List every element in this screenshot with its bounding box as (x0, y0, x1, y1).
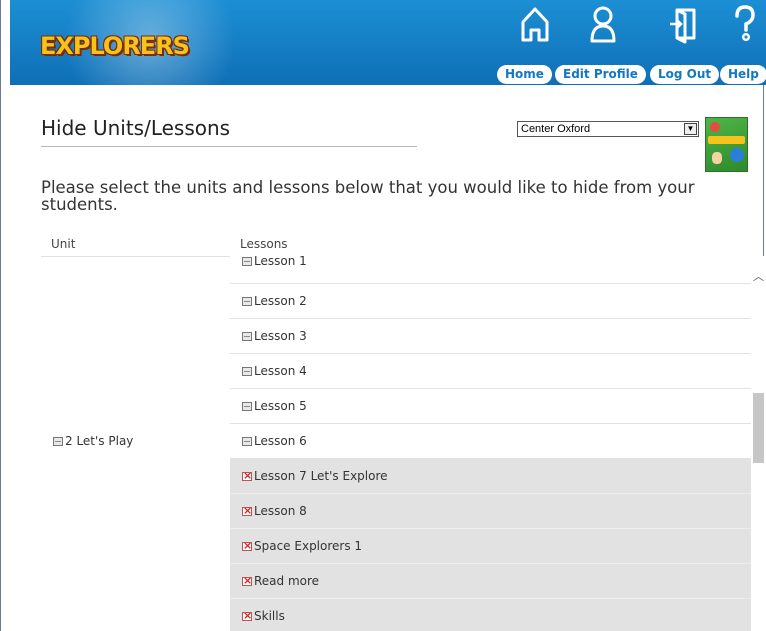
unit-label: 2 Let's Play (65, 434, 134, 448)
instructions-text: Please select the units and lessons belo… (41, 178, 695, 214)
lesson-row[interactable]: Lesson 5 (230, 389, 751, 424)
school-select-value: Center Oxford (521, 123, 591, 135)
hidden-mark-icon[interactable] (242, 539, 252, 552)
lesson-label: Lesson 4 (254, 364, 307, 378)
lesson-row[interactable]: Lesson 2 (230, 284, 751, 319)
lesson-item[interactable]: Lesson 5 (242, 399, 307, 413)
book-cover-image (705, 117, 748, 172)
lesson-checkbox[interactable] (242, 257, 252, 266)
hidden-mark-icon[interactable] (242, 504, 252, 517)
lesson-row[interactable]: Lesson 7 Let's Explore (230, 459, 751, 494)
help-icon (732, 4, 758, 48)
lesson-row[interactable]: Lesson 1 (230, 256, 751, 284)
list-scrollbar[interactable]: ︿ (751, 256, 766, 631)
school-select[interactable]: Center Oxford ▼ (517, 121, 699, 137)
unit-item[interactable]: 2 Let's Play (53, 434, 133, 448)
scroll-thumb[interactable] (753, 393, 764, 463)
unit-column-header: Unit (51, 237, 76, 251)
lesson-item[interactable]: Lesson 1 (242, 256, 307, 268)
lesson-item[interactable]: Lesson 4 (242, 364, 307, 378)
home-button[interactable]: Home (497, 65, 552, 84)
lesson-label: Read more (254, 574, 320, 588)
lesson-label: Lesson 5 (254, 399, 307, 413)
scroll-up-icon[interactable]: ︿ (753, 268, 764, 284)
hidden-mark-icon[interactable] (242, 469, 252, 482)
user-icon (588, 4, 618, 48)
lesson-label: Lesson 1 (254, 256, 307, 268)
lesson-checkbox[interactable] (242, 332, 252, 341)
site-header: EXPLORERS Home Edit Profile Log Out Help (10, 0, 766, 85)
lesson-label: Lesson 6 (254, 434, 307, 448)
lesson-item[interactable]: Lesson 8 (242, 504, 307, 518)
lesson-item[interactable]: Skills (242, 609, 285, 623)
lesson-item[interactable]: Read more (242, 574, 319, 588)
lessons-column-header: Lessons (240, 237, 288, 251)
lesson-row[interactable]: Space Explorers 1 (230, 529, 751, 564)
unit-checkbox[interactable] (53, 437, 63, 446)
page-title: Hide Units/Lessons (41, 116, 417, 147)
lesson-label: Lesson 7 Let's Explore (254, 469, 388, 483)
chevron-down-icon[interactable]: ▼ (684, 123, 697, 135)
lesson-item[interactable]: Lesson 7 Let's Explore (242, 469, 388, 483)
lesson-item[interactable]: Lesson 2 (242, 294, 307, 308)
unit-cell: 2 Let's Play (41, 256, 230, 631)
logout-icon (668, 4, 700, 48)
lesson-item[interactable]: Lesson 3 (242, 329, 307, 343)
lesson-row[interactable]: Lesson 4 (230, 354, 751, 389)
edit-profile-button[interactable]: Edit Profile (555, 65, 646, 84)
lesson-label: Lesson 8 (254, 504, 307, 518)
lesson-item[interactable]: Space Explorers 1 (242, 539, 362, 553)
lesson-checkbox[interactable] (242, 437, 252, 446)
units-lessons-list: 2 Let's Play Lesson 1 Lesson 2 Lesson 3 Les… (41, 256, 751, 631)
lesson-row[interactable]: Lesson 3 (230, 319, 751, 354)
log-out-button[interactable]: Log Out (650, 65, 720, 84)
lesson-checkbox[interactable] (242, 367, 252, 376)
lesson-label: Skills (254, 609, 285, 623)
lessons-list: Lesson 1 Lesson 2 Lesson 3 Lesson 4 Lesson 5… (230, 256, 751, 631)
lesson-row[interactable]: Skills (230, 599, 751, 631)
lesson-label: Space Explorers 1 (254, 539, 363, 553)
help-button[interactable]: Help (720, 65, 766, 84)
explorers-logo[interactable]: EXPLORERS (40, 32, 190, 60)
lesson-label: Lesson 2 (254, 294, 307, 308)
lesson-row[interactable]: Read more (230, 564, 751, 599)
lesson-label: Lesson 3 (254, 329, 307, 343)
hidden-mark-icon[interactable] (242, 609, 252, 622)
hidden-mark-icon[interactable] (242, 574, 252, 587)
lesson-item[interactable]: Lesson 6 (242, 434, 307, 448)
home-icon (518, 4, 552, 48)
lesson-row[interactable]: Lesson 6 (230, 424, 751, 459)
lesson-row[interactable]: Lesson 8 (230, 494, 751, 529)
lesson-checkbox[interactable] (242, 297, 252, 306)
lesson-checkbox[interactable] (242, 402, 252, 411)
